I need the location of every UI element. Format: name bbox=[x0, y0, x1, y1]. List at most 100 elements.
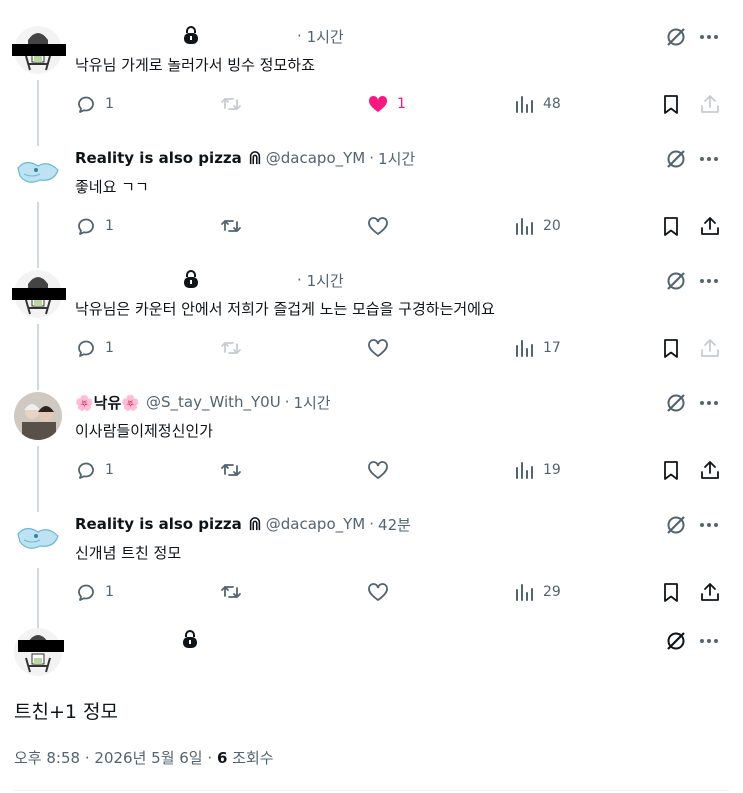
retweet-button[interactable] bbox=[220, 337, 242, 359]
share-button[interactable] bbox=[699, 93, 721, 115]
more-icon[interactable] bbox=[698, 514, 720, 540]
reply-count: 1 bbox=[105, 340, 114, 356]
tweet-text: 좋네요 ㄱㄱ bbox=[75, 178, 149, 196]
bookmark-icon bbox=[664, 583, 678, 602]
retweet-button[interactable] bbox=[220, 93, 242, 115]
bookmark-icon bbox=[664, 95, 678, 114]
retweet-button[interactable] bbox=[220, 581, 242, 603]
tweet-actions: 1 17 bbox=[75, 337, 725, 359]
grok-icon[interactable] bbox=[665, 148, 687, 174]
like-button[interactable]: 1 bbox=[367, 93, 406, 115]
retweet-icon bbox=[221, 220, 241, 232]
thread-line bbox=[37, 568, 39, 634]
post-time[interactable]: 오후 8:58 bbox=[14, 749, 80, 767]
retweet-icon bbox=[221, 464, 241, 476]
timestamp[interactable]: 1시간 bbox=[307, 270, 344, 291]
like-button[interactable] bbox=[367, 459, 389, 481]
reply-tweet: Reality is also pizza @dacapo_YM · 42분 신… bbox=[0, 504, 743, 634]
avatar[interactable] bbox=[14, 514, 62, 562]
timestamp[interactable]: 42분 bbox=[378, 514, 411, 535]
tweet-actions: 1 29 bbox=[75, 581, 725, 603]
more-icon[interactable] bbox=[698, 270, 720, 296]
avatar[interactable] bbox=[14, 628, 62, 676]
more-icon[interactable] bbox=[698, 148, 720, 174]
reply-icon bbox=[78, 218, 94, 235]
views-button[interactable]: 19 bbox=[513, 459, 561, 481]
tweet-header: · 1시간 bbox=[297, 25, 344, 47]
timestamp[interactable]: 1시간 bbox=[293, 392, 330, 413]
post-date[interactable]: 2026년 5월 6일 bbox=[94, 749, 202, 767]
tweet-actions: 1 19 bbox=[75, 459, 725, 481]
like-count: 1 bbox=[397, 96, 406, 112]
tweet-text: 트친+1 정모 bbox=[14, 701, 118, 723]
reply-icon bbox=[78, 96, 94, 113]
retweet-button[interactable] bbox=[220, 215, 242, 237]
bookmark-button[interactable] bbox=[660, 459, 682, 481]
display-name[interactable]: Reality is also pizza bbox=[75, 149, 242, 167]
more-icon[interactable] bbox=[698, 630, 720, 656]
reply-button[interactable]: 1 bbox=[75, 215, 114, 237]
grok-icon[interactable] bbox=[665, 392, 687, 418]
tweet-text: 낙유님은 카운터 안에서 저희가 즐겁게 노는 모습을 구경하는거에요 bbox=[75, 300, 495, 318]
timestamp[interactable]: 1시간 bbox=[378, 148, 415, 169]
avatar[interactable] bbox=[14, 392, 62, 440]
views-icon bbox=[516, 340, 533, 357]
more-icon[interactable] bbox=[698, 392, 720, 418]
views-button[interactable]: 48 bbox=[513, 93, 561, 115]
bookmark-icon bbox=[664, 217, 678, 236]
thread-line bbox=[37, 324, 39, 390]
user-handle[interactable]: @S_tay_With_Y0U bbox=[146, 393, 281, 411]
reply-icon bbox=[78, 340, 94, 357]
thread-line bbox=[37, 446, 39, 512]
bookmark-button[interactable] bbox=[660, 337, 682, 359]
timestamp[interactable]: 1시간 bbox=[307, 26, 344, 47]
lock-icon bbox=[182, 630, 198, 652]
reply-button[interactable]: 1 bbox=[75, 459, 114, 481]
user-handle[interactable]: @dacapo_YM bbox=[266, 515, 365, 533]
share-button[interactable] bbox=[699, 215, 721, 237]
like-button[interactable] bbox=[367, 215, 389, 237]
share-button[interactable] bbox=[699, 581, 721, 603]
reply-tweet: · 1시간 낙유님 가게로 놀러가서 빙수 정모하죠 1 1 48 bbox=[0, 16, 743, 146]
views-button[interactable]: 20 bbox=[513, 215, 561, 237]
avatar[interactable] bbox=[14, 148, 62, 196]
views-icon bbox=[516, 96, 533, 113]
views-icon bbox=[516, 584, 533, 601]
lock-icon bbox=[183, 26, 199, 48]
user-handle[interactable]: @dacapo_YM bbox=[266, 149, 365, 167]
tweet-header: 🌸낙유🌸 @S_tay_With_Y0U · 1시간 bbox=[75, 391, 331, 413]
bookmark-button[interactable] bbox=[660, 581, 682, 603]
grok-icon[interactable] bbox=[665, 270, 687, 296]
reply-button[interactable]: 1 bbox=[75, 337, 114, 359]
retweet-icon bbox=[221, 342, 241, 354]
views-icon bbox=[516, 218, 533, 235]
share-icon bbox=[701, 95, 719, 113]
bookmark-button[interactable] bbox=[660, 93, 682, 115]
like-button[interactable] bbox=[367, 581, 389, 603]
share-button[interactable] bbox=[699, 337, 721, 359]
lock-icon bbox=[248, 150, 262, 166]
reply-button[interactable]: 1 bbox=[75, 581, 114, 603]
views-label: 조회수 bbox=[232, 749, 274, 767]
like-button[interactable] bbox=[367, 337, 389, 359]
grok-icon[interactable] bbox=[665, 514, 687, 540]
lock-icon bbox=[183, 270, 199, 292]
views-button[interactable]: 17 bbox=[513, 337, 561, 359]
grok-icon[interactable] bbox=[665, 630, 687, 656]
reply-button[interactable]: 1 bbox=[75, 93, 114, 115]
like-icon bbox=[368, 217, 388, 236]
display-name[interactable]: 🌸낙유🌸 bbox=[75, 392, 140, 413]
share-button[interactable] bbox=[699, 459, 721, 481]
display-name[interactable]: Reality is also pizza bbox=[75, 515, 242, 533]
retweet-button[interactable] bbox=[220, 459, 242, 481]
reply-icon bbox=[78, 462, 94, 479]
separator: · bbox=[284, 393, 290, 411]
reply-tweet: 🌸낙유🌸 @S_tay_With_Y0U · 1시간 이사람들이제정신인가 1 … bbox=[0, 382, 743, 512]
bookmark-button[interactable] bbox=[660, 215, 682, 237]
tweet-actions: 1 20 bbox=[75, 215, 725, 237]
more-icon[interactable] bbox=[698, 26, 720, 52]
views-button[interactable]: 29 bbox=[513, 581, 561, 603]
grok-icon[interactable] bbox=[665, 26, 687, 52]
separator: · bbox=[369, 515, 375, 533]
retweet-icon bbox=[221, 586, 241, 598]
